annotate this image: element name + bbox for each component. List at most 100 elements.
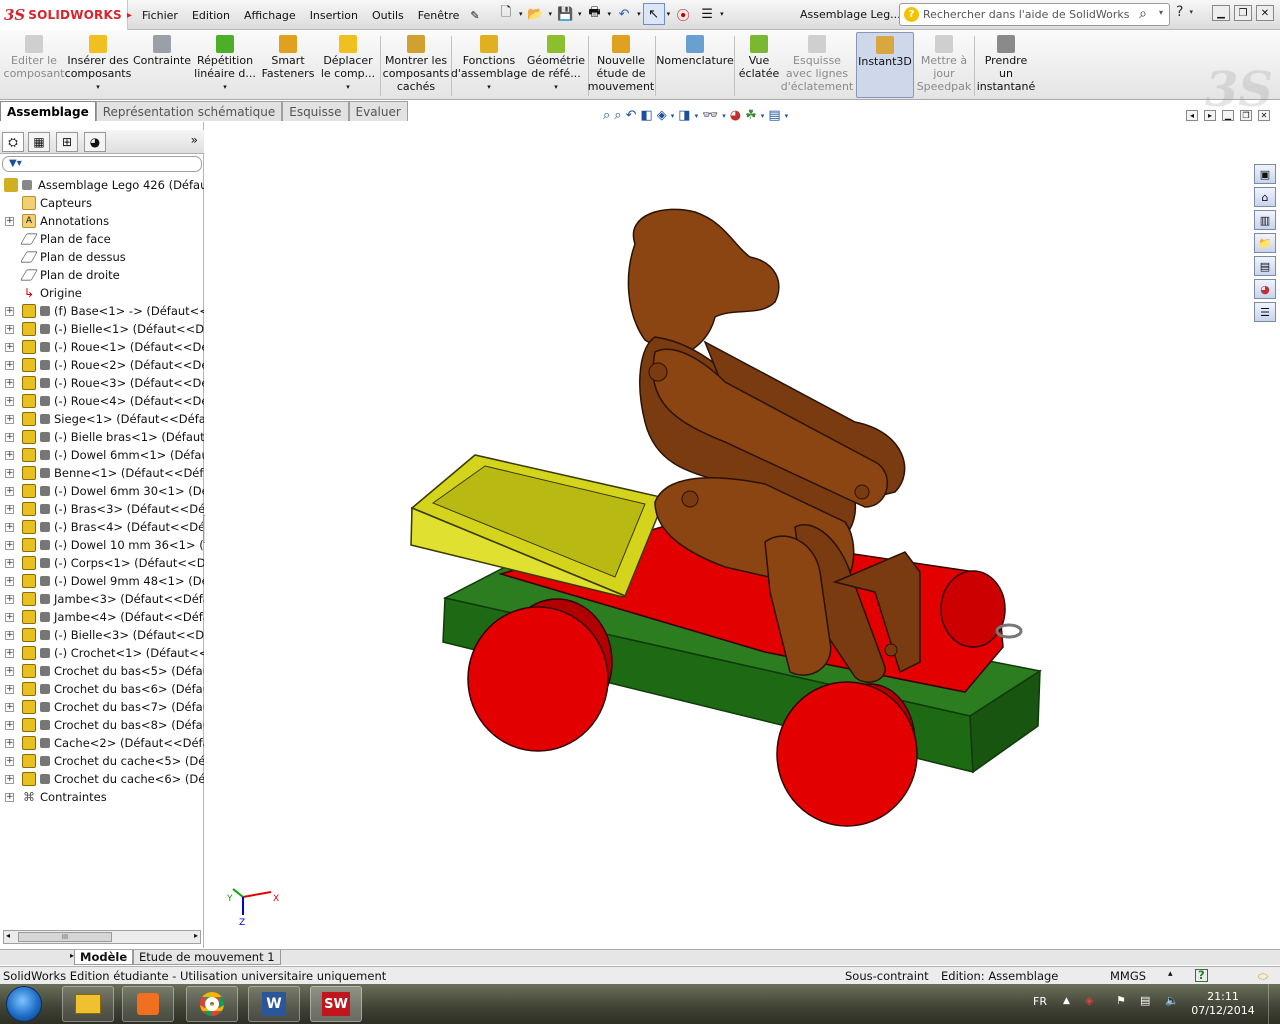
print-icon[interactable]: 🖶 [584,3,606,25]
tree-item-component[interactable]: + Crochet du cache<5> (Défa [0,752,204,770]
tab-etude-de-mouvement[interactable]: Etude de mouvement 1 [133,950,281,965]
expand-icon[interactable]: + [5,325,14,334]
apply-scene-icon[interactable]: ☘ [745,108,757,123]
tree-item-component[interactable]: + (-) Bielle bras<1> (Défaut< [0,428,204,446]
design-library-icon[interactable]: ▥ [1254,210,1276,230]
dropdown-icon[interactable]: ▾ [785,112,789,120]
expand-icon[interactable]: + [5,379,14,388]
expand-icon[interactable]: + [5,685,14,694]
file-explorer-icon[interactable]: 📁 [1254,233,1276,253]
menu-affichage[interactable]: Affichage [237,9,303,22]
tree-item-component[interactable]: + (-) Dowel 6mm 30<1> (Déf [0,482,204,500]
feature-tree-horizontal-scrollbar[interactable]: ◂ III ▸ [3,930,201,944]
start-button-icon[interactable] [6,986,42,1022]
zoom-to-fit-icon[interactable]: ⌕ [603,108,610,123]
configuration-manager-tab-icon[interactable]: ⊞ [56,132,78,152]
section-view-icon[interactable]: ◧ [640,108,652,123]
tree-item-component[interactable]: + (-) Dowel 9mm 48<1> (Déf [0,572,204,590]
tree-item-component[interactable]: + (-) Roue<2> (Défaut<<Défa [0,356,204,374]
dropdown-icon[interactable]: ▾ [519,10,523,18]
tree-item-annotations[interactable]: + A Annotations [0,212,204,230]
display-manager-tab-icon[interactable]: ◕ [84,132,106,152]
tab-evaluer[interactable]: Evaluer [348,101,408,121]
view-orientation-icon[interactable]: ◈ [657,108,667,123]
dropdown-icon[interactable]: ▾ [722,112,726,120]
expand-icon[interactable]: + [5,217,14,226]
tree-item-component[interactable]: + Siege<1> (Défaut<<Défaut [0,410,204,428]
expand-icon[interactable]: + [5,415,14,424]
scrollbar-thumb[interactable]: III [18,932,112,942]
menu-outils[interactable]: Outils [365,9,411,22]
tree-item-component[interactable]: + (-) Dowel 10 mm 36<1> (D [0,536,204,554]
dropdown-icon[interactable]: ▾ [667,10,671,18]
tree-item-component[interactable]: + Crochet du bas<5> (Défaut [0,662,204,680]
units-dropdown-icon[interactable]: ▴ [1168,969,1173,979]
dropdown-icon[interactable]: ▾ [96,81,100,94]
view-settings-icon[interactable]: ▤ [768,108,780,123]
tab-representation-schematique[interactable]: Représentation schématique [95,101,283,121]
dropdown-icon[interactable]: ▾ [1189,8,1193,16]
menu-pin-icon[interactable]: ✎ [466,9,483,22]
tree-item-component[interactable]: + (-) Dowel 6mm<1> (Défaut [0,446,204,464]
exploded-view-button[interactable]: Vue éclatée [736,32,782,98]
edit-component-button[interactable]: Editer le composant [4,32,64,98]
dropdown-icon[interactable]: ▾ [695,112,699,120]
undo-icon[interactable]: ↶ [613,3,635,25]
tree-item-component[interactable]: + (-) Bielle<3> (Défaut<<Déf [0,626,204,644]
bill-of-materials-button[interactable]: Nomenclature [656,32,734,98]
custom-properties-icon[interactable]: ☰ [1254,302,1276,322]
dropdown-icon[interactable]: ▾ [671,112,675,120]
open-folder-icon[interactable]: 📂 [525,3,547,25]
tab-esquisse[interactable]: Esquisse [282,101,349,121]
expand-icon[interactable]: + [5,757,14,766]
tree-item-component[interactable]: + (-) Roue<3> (Défaut<<Défa [0,374,204,392]
view-palette-icon[interactable]: ▤ [1254,256,1276,276]
hide-show-items-icon[interactable]: 👓 [702,108,718,123]
tree-item-component[interactable]: + Crochet du bas<7> (Défaut [0,698,204,716]
tree-item-component[interactable]: + (-) Corps<1> (Défaut<<Déf [0,554,204,572]
dropdown-icon[interactable]: ▾ [223,81,227,94]
explode-line-sketch-button[interactable]: Esquisse avec lignes d'éclatement [781,32,853,98]
show-hidden-components-button[interactable]: Montrer les composants cachés [383,32,449,98]
lego-toy-model[interactable]: X Y Z [205,122,1280,948]
dropdown-icon[interactable]: ▾ [487,81,491,94]
expand-icon[interactable]: + [5,559,14,568]
tray-clock[interactable]: 21:11 07/12/2014 [1190,990,1256,1018]
help-icon[interactable]: ? [1176,4,1183,20]
expand-icon[interactable]: + [5,775,14,784]
move-component-button[interactable]: Déplacer le comp... ▾ [320,32,376,98]
menu-edition[interactable]: Edition [185,9,237,22]
show-desktop-button[interactable] [1268,984,1280,1024]
tray-expand-icon[interactable]: ▲ [1063,996,1070,1006]
feature-tree-tab-icon[interactable]: ⛭ [2,132,24,152]
file-properties-icon[interactable]: ☰ [696,3,718,25]
more-tabs-chevron-icon[interactable]: » [191,133,198,147]
dropdown-icon[interactable]: ▾ [346,81,350,94]
previous-view-icon[interactable]: ↶ [626,108,637,123]
smart-fasteners-button[interactable]: Smart Fasteners [260,32,316,98]
tree-item-capteurs[interactable]: Capteurs [0,194,204,212]
assembly-features-button[interactable]: Fonctions d'assemblage ▾ [451,32,527,98]
expand-icon[interactable]: + [5,451,14,460]
tray-language[interactable]: FR [1033,995,1047,1008]
tree-item-component[interactable]: + (-) Roue<1> (Défaut<<Défa [0,338,204,356]
new-document-icon[interactable]: 🗋 [495,3,517,25]
dropdown-icon[interactable]: ▾ [637,10,641,18]
search-dropdown-icon[interactable]: ▾ [1159,8,1163,17]
reference-geometry-button[interactable]: Géométrie de réfé... ▾ [526,32,586,98]
close-icon[interactable]: ✕ [1256,5,1274,21]
tree-item-component[interactable]: + Crochet du bas<8> (Défaut [0,716,204,734]
expand-icon[interactable]: + [5,487,14,496]
dropdown-icon[interactable]: ▾ [608,10,612,18]
viewport-restore-icon[interactable]: ❐ [1240,110,1252,121]
new-motion-study-button[interactable]: Nouvelle étude de mouvement [588,32,654,98]
tree-item-plan-de-droite[interactable]: Plan de droite [0,266,204,284]
restore-icon[interactable]: ❐ [1234,5,1252,21]
taskbar-solidworks-icon[interactable]: SW [310,986,362,1022]
solidworks-logo[interactable]: 3S SOLIDWORKS ▸ [0,0,132,30]
feature-tree-filter[interactable]: ▼▾ [2,156,202,172]
expand-icon[interactable]: + [5,541,14,550]
expand-icon[interactable]: + [5,667,14,676]
dropdown-icon[interactable]: ▾ [761,112,765,120]
zoom-to-area-icon[interactable]: ⌕ [614,108,621,123]
